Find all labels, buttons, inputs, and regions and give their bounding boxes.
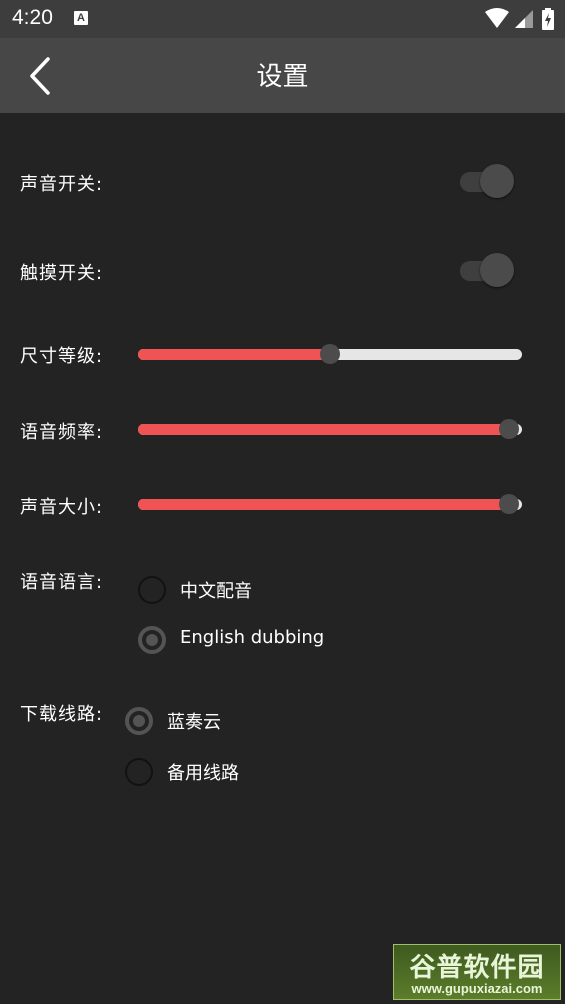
- watermark-title: 谷普软件园: [409, 953, 545, 983]
- sound-switch[interactable]: [460, 162, 520, 202]
- slider-fill: [138, 499, 509, 510]
- page-title: 设置: [256, 62, 309, 92]
- slider-knob[interactable]: [498, 419, 519, 439]
- switch-thumb: [480, 253, 514, 287]
- status-time: 4:20: [12, 6, 53, 29]
- slider-knob[interactable]: [320, 344, 340, 364]
- radio-label: 备用线路: [167, 763, 239, 784]
- watermark-url: www.gupuxiazai.com: [411, 981, 543, 996]
- voice-language-label: 语音语言:: [20, 572, 104, 593]
- radio-label: 中文配音: [180, 581, 252, 602]
- signal-icon: [515, 10, 533, 28]
- watermark-logo: 谷普软件园 www.gupuxiazai.com: [393, 944, 561, 1000]
- voice-rate-label: 语音频率:: [20, 422, 104, 443]
- slider-knob[interactable]: [498, 494, 519, 514]
- touch-switch[interactable]: [460, 251, 520, 291]
- radio-button[interactable]: [138, 576, 166, 604]
- volume-label: 声音大小:: [20, 497, 104, 518]
- status-bar: 4:20 A: [0, 0, 565, 38]
- size-level-label: 尺寸等级:: [20, 346, 104, 367]
- volume-slider[interactable]: [138, 493, 522, 515]
- radio-button[interactable]: [138, 626, 166, 654]
- notification-a-icon: A: [74, 11, 88, 25]
- touch-switch-label: 触摸开关:: [20, 263, 104, 284]
- wifi-icon: [485, 8, 509, 28]
- radio-button[interactable]: [125, 758, 153, 786]
- status-icons: [485, 7, 557, 31]
- app-bar: 设置: [0, 38, 565, 113]
- battery-charging-icon: [542, 8, 554, 30]
- slider-fill: [138, 424, 509, 435]
- sound-switch-label: 声音开关:: [20, 174, 104, 195]
- size-level-slider[interactable]: [138, 343, 522, 365]
- switch-thumb: [480, 164, 514, 198]
- radio-button[interactable]: [125, 707, 153, 735]
- radio-label: English dubbing: [180, 627, 325, 648]
- voice-rate-slider[interactable]: [138, 418, 522, 440]
- radio-label: 蓝奏云: [167, 712, 221, 733]
- download-route-label: 下载线路:: [20, 704, 104, 725]
- slider-fill: [138, 349, 330, 360]
